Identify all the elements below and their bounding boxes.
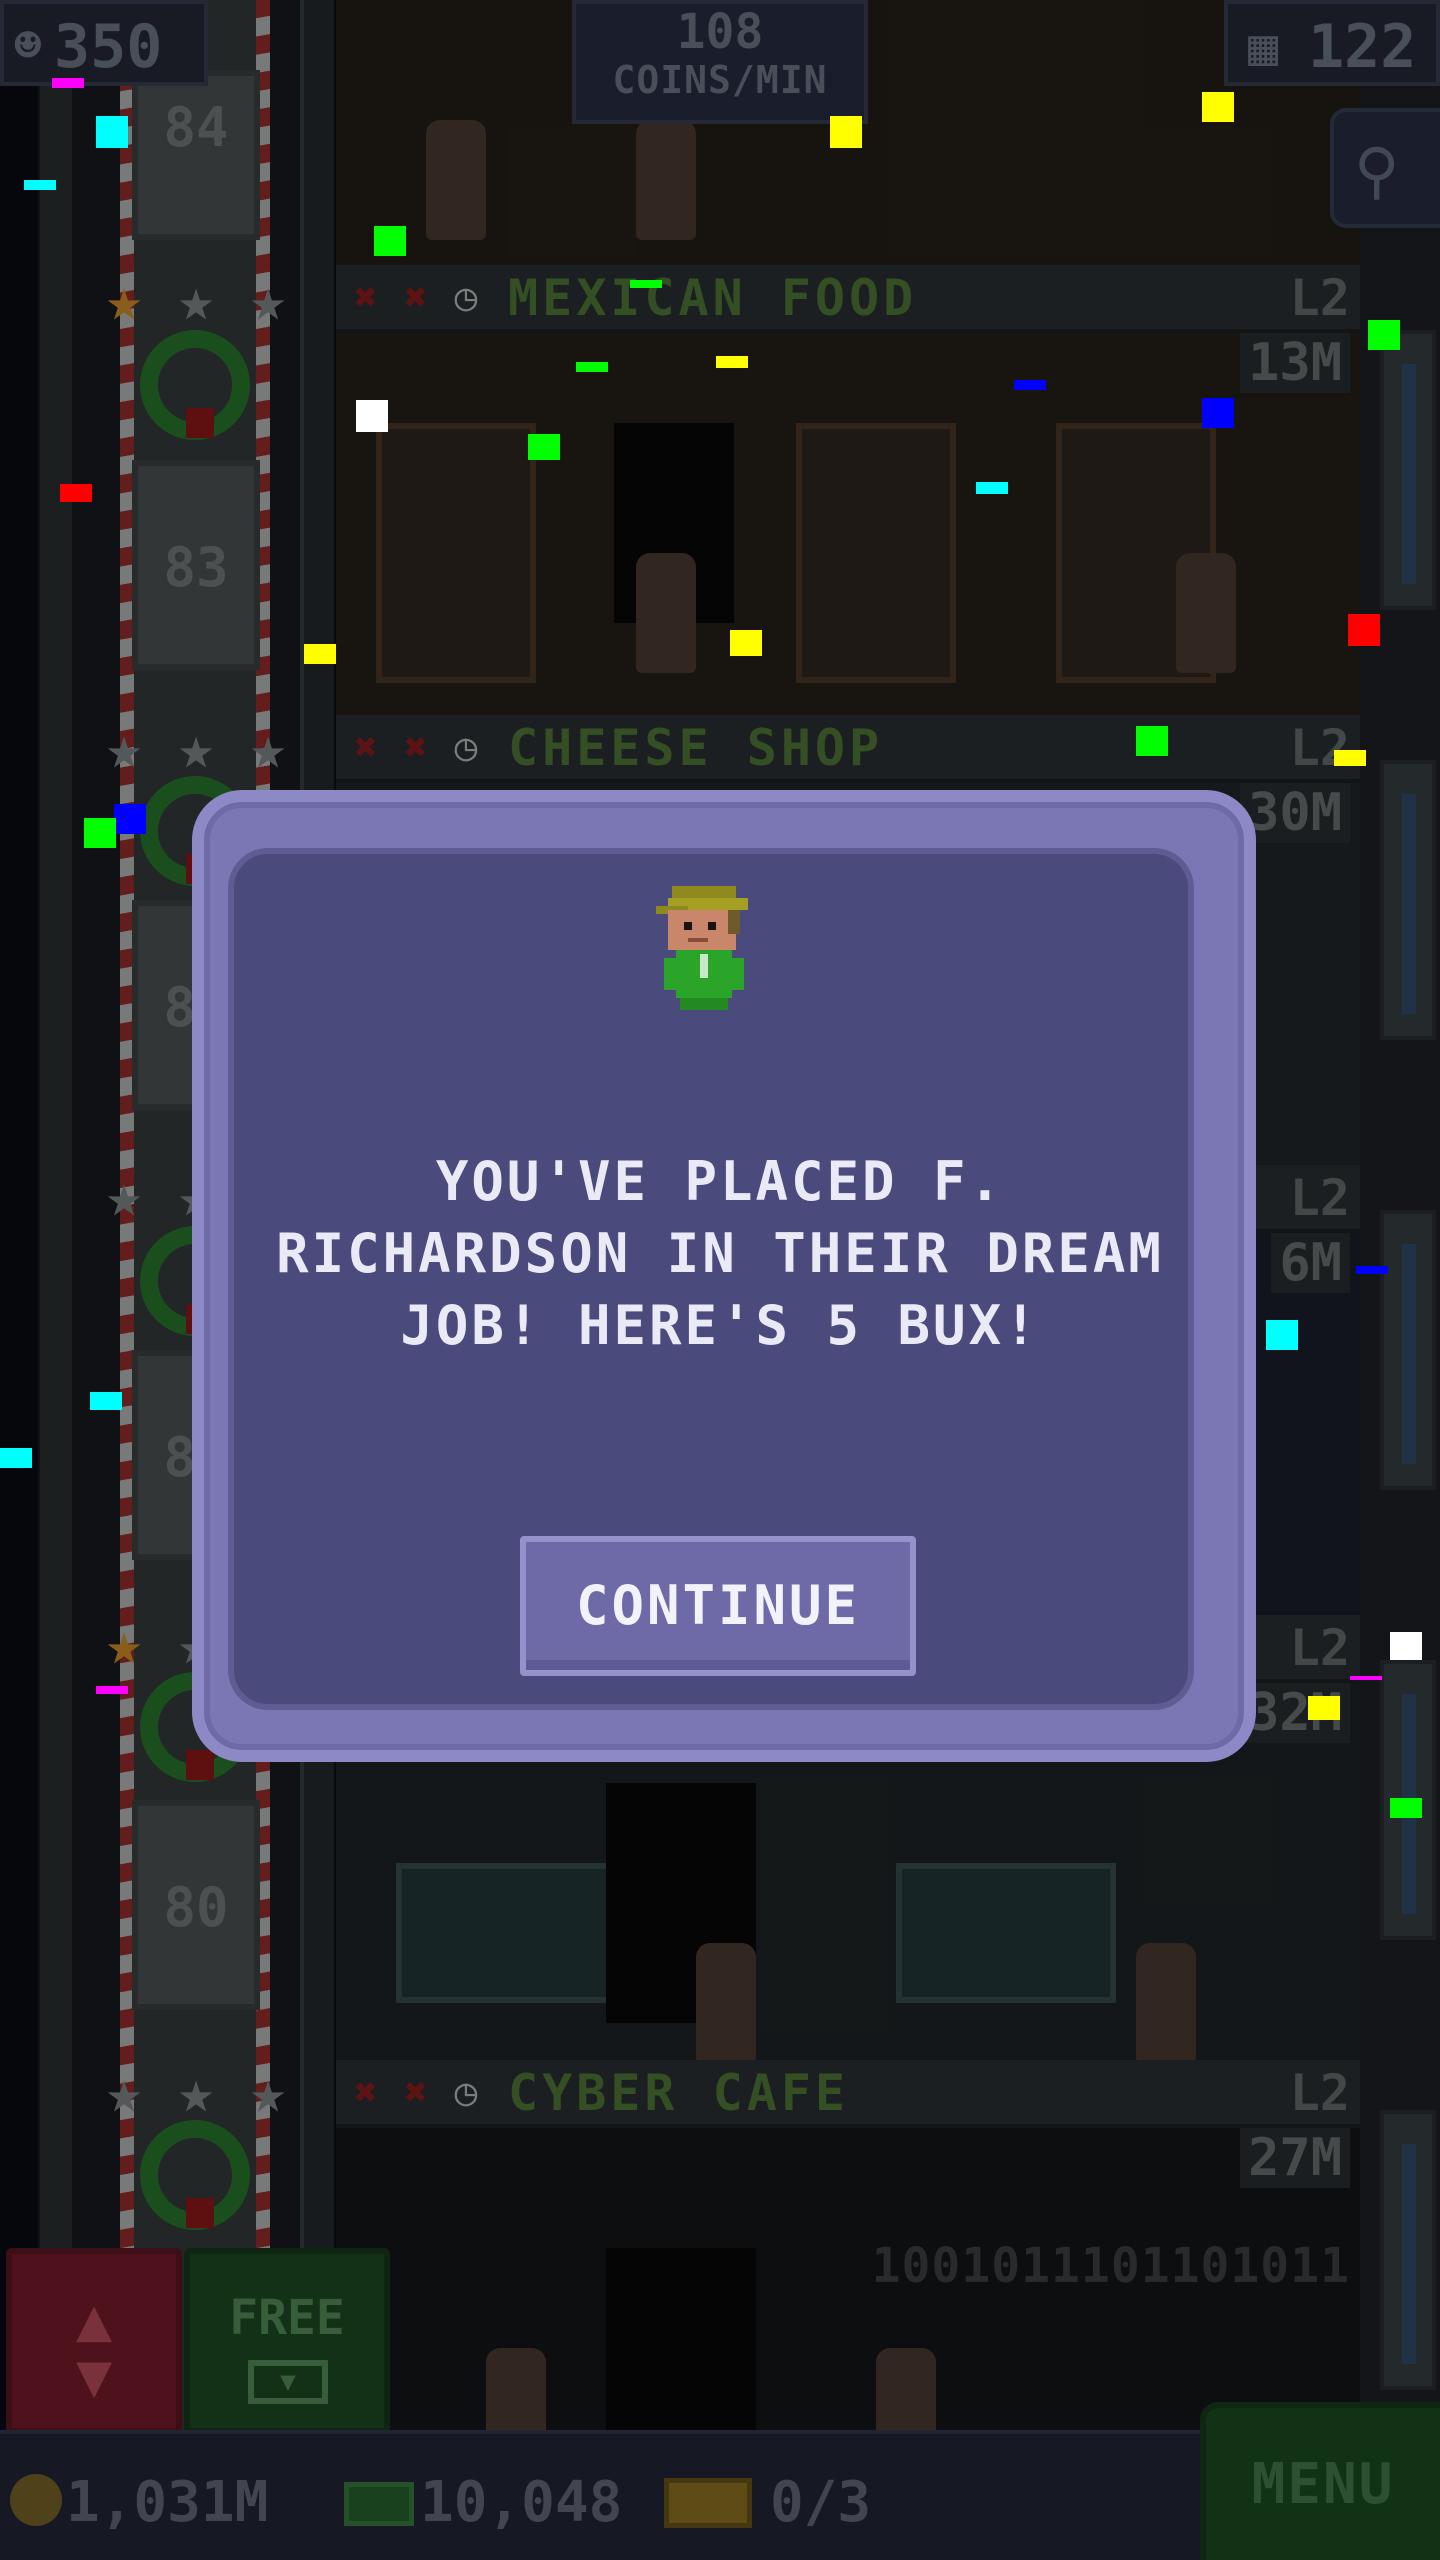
confetti	[356, 400, 388, 432]
confetti	[976, 482, 1008, 494]
confetti	[84, 818, 116, 848]
confetti	[1308, 1696, 1340, 1720]
confetti	[374, 226, 406, 256]
confetti	[60, 484, 92, 502]
confetti	[1202, 398, 1234, 428]
confetti	[1202, 92, 1234, 122]
confetti	[1266, 1320, 1298, 1350]
confetti	[96, 1686, 128, 1694]
confetti	[52, 78, 84, 88]
confetti	[716, 356, 748, 368]
confetti	[1350, 1676, 1382, 1680]
bitizen-avatar	[656, 886, 748, 1010]
confetti	[1014, 380, 1046, 390]
confetti	[830, 116, 862, 148]
confetti	[576, 362, 608, 372]
confetti	[1348, 614, 1380, 646]
confetti	[1390, 1632, 1422, 1660]
confetti	[730, 630, 762, 656]
confetti	[0, 1448, 32, 1468]
continue-button[interactable]: CONTINUE	[520, 1536, 916, 1676]
confetti	[96, 116, 128, 148]
confetti	[24, 180, 56, 190]
confetti	[630, 280, 662, 288]
dialog-message: YOU'VE PLACED F. RICHARDSON IN THEIR DRE…	[276, 1150, 1164, 1357]
confetti	[1136, 726, 1168, 756]
confetti	[1356, 1266, 1388, 1274]
confetti	[114, 804, 146, 834]
confetti	[528, 434, 560, 460]
confetti	[90, 1392, 122, 1410]
confetti	[304, 644, 336, 664]
continue-label: CONTINUE	[575, 1574, 861, 1637]
confetti	[1334, 750, 1366, 766]
confetti	[1368, 320, 1400, 350]
confetti	[1390, 1798, 1422, 1818]
